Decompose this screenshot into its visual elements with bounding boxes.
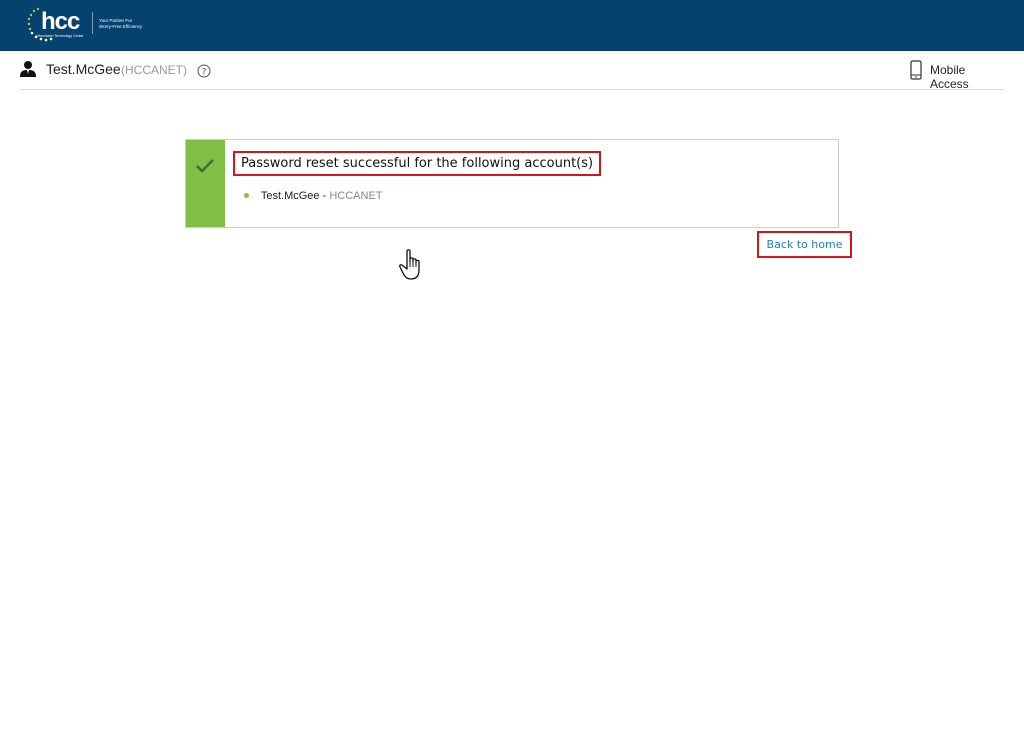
- user-domain: (HCCANET): [121, 63, 187, 77]
- username: Test.McGee: [46, 61, 121, 77]
- checkmark-icon: [196, 159, 214, 173]
- back-to-home-link[interactable]: Back to home: [757, 231, 852, 258]
- hand-pointer-icon: [399, 249, 420, 280]
- logo-divider: [92, 12, 93, 34]
- account-domain: HCCANET: [329, 190, 383, 202]
- bullet-dot: [244, 192, 249, 198]
- help-icon[interactable]: ?: [197, 64, 211, 78]
- user-info-bar: Test.McGee (HCCANET) ? Mobile Access: [19, 52, 1005, 91]
- success-message: Password reset successful for the follow…: [233, 151, 602, 176]
- tagline-line-2: Worry-Free Efficiency: [99, 24, 143, 29]
- logo-tagline: Your Partner For Worry-Free Efficiency: [99, 18, 159, 30]
- svg-text:?: ?: [202, 68, 207, 78]
- mobile-phone-icon[interactable]: [910, 60, 922, 80]
- logo-subtext: Information Technology Center: [36, 34, 84, 38]
- top-header-bar: hcc Information Technology Center Your P…: [0, 0, 1024, 51]
- success-stripe: [186, 140, 225, 227]
- hcc-logo[interactable]: hcc Information Technology Center Your P…: [26, 6, 156, 44]
- account-name: Test.McGee: [260, 190, 320, 202]
- success-panel: Password reset successful for the follow…: [185, 139, 839, 228]
- account-separator: -: [319, 190, 330, 202]
- account-list-item: Test.McGee - HCCANET: [244, 190, 383, 202]
- account-list: Test.McGee - HCCANET: [244, 190, 383, 202]
- mobile-access-link[interactable]: Mobile Access: [930, 63, 1005, 91]
- user-icon: [20, 61, 36, 77]
- logo-wordmark: hcc: [41, 8, 80, 35]
